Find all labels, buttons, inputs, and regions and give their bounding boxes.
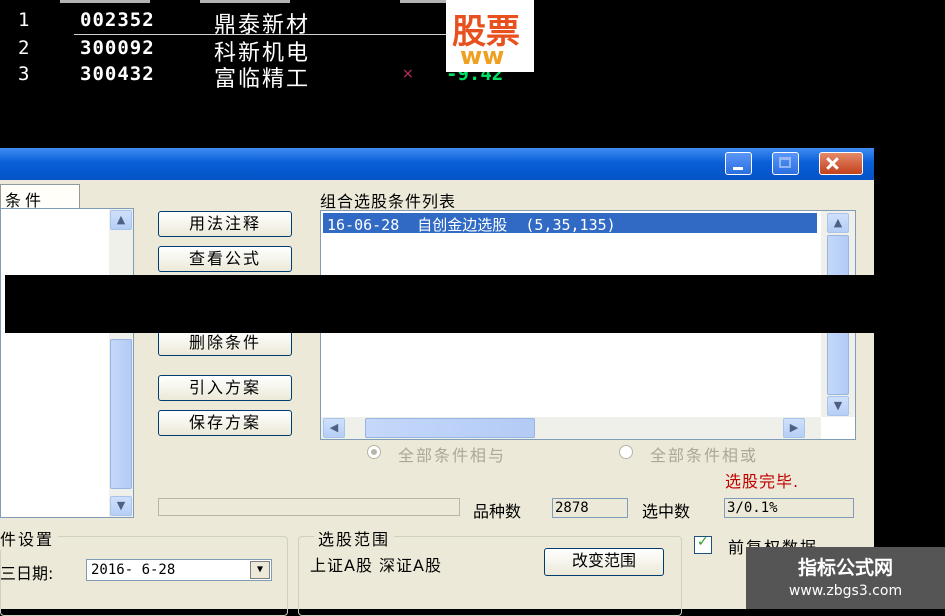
scroll-down-icon[interactable]: ▼ bbox=[110, 496, 132, 516]
close-icon[interactable] bbox=[819, 152, 863, 175]
watermark: 指标公式网 www.zbgs3.com bbox=[746, 547, 945, 609]
condition-settings-title: 件设置 bbox=[0, 526, 59, 550]
scroll-up-icon[interactable]: ▲ bbox=[827, 213, 849, 233]
stock-code: 002352 bbox=[80, 9, 155, 31]
range-text: 上证A股 深证A股 bbox=[310, 556, 442, 575]
condition-list-hscroll[interactable]: ◀ ▶ bbox=[321, 417, 821, 439]
watermark-url: www.zbgs3.com bbox=[788, 583, 903, 599]
stock-code: 300432 bbox=[80, 63, 155, 85]
radio-and-label: 全部条件相与 bbox=[398, 446, 507, 465]
check-icon: ✓ bbox=[697, 534, 709, 550]
row-index: 2 bbox=[18, 37, 30, 59]
count-label: 品种数 bbox=[473, 502, 522, 521]
watermark-title: 指标公式网 bbox=[797, 557, 893, 579]
date-picker[interactable]: 2016- 6-28 ▼ bbox=[86, 559, 272, 581]
condition-list-title: 组合选股条件列表 bbox=[320, 192, 457, 211]
delete-condition-button[interactable]: 删除条件 bbox=[158, 330, 292, 356]
radio-and[interactable] bbox=[367, 445, 381, 459]
radio-or[interactable] bbox=[619, 445, 633, 459]
selected-label: 选中数 bbox=[642, 502, 691, 521]
status-text: 选股完毕. bbox=[725, 472, 800, 491]
dialog-titlebar bbox=[0, 148, 874, 180]
save-scheme-button[interactable]: 保存方案 bbox=[158, 410, 292, 436]
selected-value: 3/0.1% bbox=[724, 498, 854, 518]
scroll-down-icon[interactable]: ▼ bbox=[827, 396, 849, 416]
list-item[interactable]: 16-06-28 自创金边选股 (5,35,135) bbox=[323, 213, 817, 234]
logo-line-2: ww bbox=[460, 42, 505, 70]
scroll-left-icon[interactable]: ◀ bbox=[323, 418, 345, 438]
row-index: 1 bbox=[18, 9, 30, 31]
view-formula-button[interactable]: 查看公式 bbox=[158, 246, 292, 272]
scroll-up-icon[interactable]: ▲ bbox=[110, 210, 132, 230]
formula-tree-list[interactable]: ▲ ▼ bbox=[0, 208, 134, 518]
import-scheme-button[interactable]: 引入方案 bbox=[158, 375, 292, 401]
count-value: 2878 bbox=[552, 498, 628, 518]
chevron-down-icon[interactable]: ▼ bbox=[250, 561, 270, 579]
site-logo: 股票 ww bbox=[446, 0, 534, 72]
formula-list-scrollbar[interactable]: ▲ ▼ bbox=[109, 209, 133, 517]
minimize-icon[interactable] bbox=[725, 152, 752, 175]
change-range-button[interactable]: 改变范围 bbox=[544, 548, 664, 576]
range-group-title: 选股范围 bbox=[314, 526, 395, 550]
row-index: 3 bbox=[18, 63, 30, 85]
stock-screening-dialog: 条件 ▲ ▼ 用法注释 查看公式 删除条件 引入方案 保存方案 组合选股条件列表… bbox=[0, 148, 874, 616]
usage-notes-button[interactable]: 用法注释 bbox=[158, 211, 292, 237]
date-value: 2016- 6-28 bbox=[91, 562, 176, 578]
progress-bar bbox=[158, 498, 460, 516]
condition-tab[interactable]: 条件 bbox=[0, 184, 80, 210]
maximize-icon bbox=[772, 152, 799, 175]
scroll-thumb[interactable] bbox=[110, 339, 132, 489]
radio-or-label: 全部条件相或 bbox=[650, 446, 759, 465]
stock-name: 富临精工 bbox=[214, 67, 311, 92]
pre-download-checkbox[interactable]: ✓ bbox=[694, 534, 712, 554]
condition-item-text: 16-06-28 自创金边选股 (5,35,135) bbox=[327, 216, 616, 234]
scroll-thumb[interactable] bbox=[365, 418, 535, 438]
date-label: 三日期: bbox=[0, 564, 54, 583]
scroll-right-icon[interactable]: ▶ bbox=[783, 418, 805, 438]
redaction-bar bbox=[5, 275, 875, 333]
stock-code: 300092 bbox=[80, 37, 155, 59]
change-mark: × bbox=[402, 66, 414, 82]
